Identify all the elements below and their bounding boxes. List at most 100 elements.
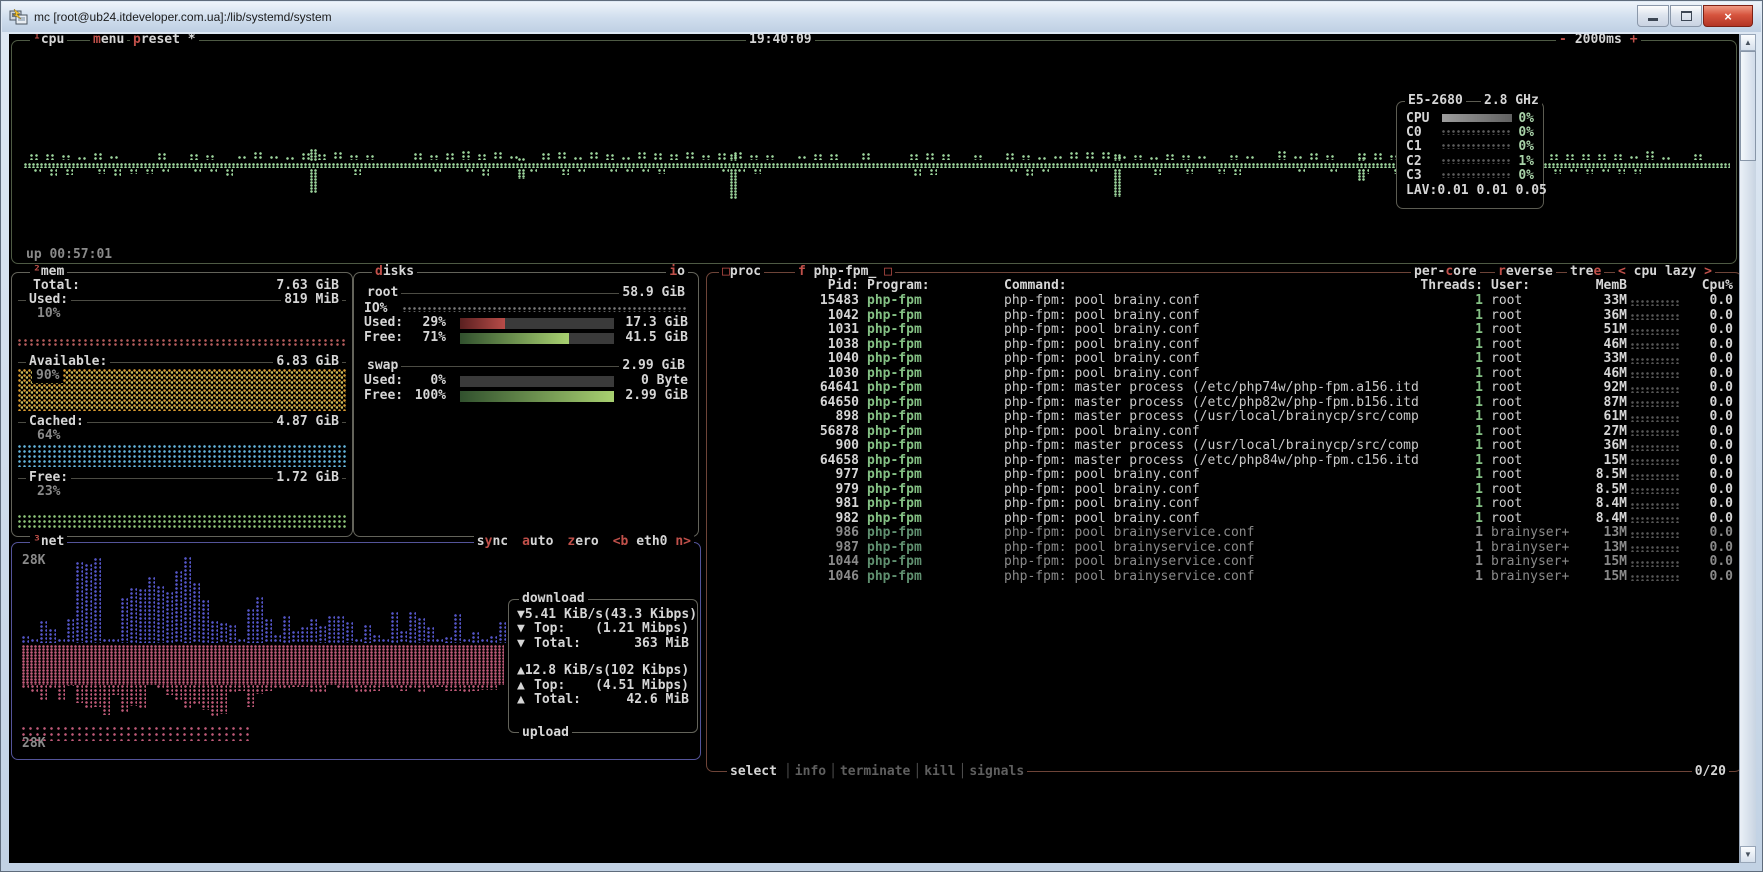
disk-used-bar [460,376,614,387]
net-interface-switcher[interactable]: <b eth0 n> [613,535,691,549]
proc-box: □proc f php-fpm_ □ per-core reverse tree… [706,272,1739,772]
process-row[interactable]: 981php-fpmphp-fpm: pool brainy.conf1root… [707,497,1739,512]
process-row[interactable]: 1042php-fpmphp-fpm: pool brainy.conf1roo… [707,309,1739,324]
io-toggle[interactable]: io [666,265,688,279]
process-row[interactable]: 1040php-fpmphp-fpm: pool brainy.conf1roo… [707,352,1739,367]
cpu-core-row: C00% [1397,125,1543,139]
preset-button[interactable]: preset * [130,34,199,47]
process-row[interactable]: 982php-fpmphp-fpm: pool brainy.conf1root… [707,512,1739,527]
mem-total-label: Total: [30,279,83,293]
process-row[interactable]: 1030php-fpmphp-fpm: pool brainy.conf1roo… [707,367,1739,382]
core-activity-graph [1442,144,1512,149]
col-user[interactable]: User: [1491,279,1587,294]
mem-cached-label: Cached: [26,415,87,429]
interval-increase-button[interactable]: + [1630,34,1638,47]
col-cpu[interactable]: Cpu% [1681,279,1733,294]
signals-action[interactable]: signals [969,765,1024,779]
mem-history-minigraph [1631,517,1681,523]
col-pid[interactable]: Pid: [715,279,859,294]
terminal: ¹cpu menu preset * 19:40:09 - 2000ms + u… [9,34,1739,863]
mem-history-minigraph [1631,372,1681,378]
close-icon: × [1724,9,1732,24]
minimize-button[interactable] [1637,5,1669,27]
scrollbar-thumb[interactable] [1740,51,1756,161]
mem-history-minigraph [1631,430,1681,436]
window-title: mc [root@ub24.itdeveloper.com.ua]:/lib/s… [34,10,332,24]
mem-cached-row: Cached: 4.87 GiB [18,415,346,429]
process-row[interactable]: 898php-fpmphp-fpm: master process (/usr/… [707,410,1739,425]
scroll-down-button[interactable]: ▼ [1740,846,1756,863]
tab-cpu[interactable]: ¹cpu [30,34,67,47]
title-bar[interactable]: mc [root@ub24.itdeveloper.com.ua]:/lib/s… [2,2,1761,32]
net-sync-button[interactable]: sync [477,535,508,549]
process-row[interactable]: 1044php-fpmphp-fpm: pool brainyservice.c… [707,555,1739,570]
interval-decrease-button[interactable]: - [1559,34,1567,47]
clock: 19:40:09 [746,34,815,47]
process-row[interactable]: 1031php-fpmphp-fpm: pool brainy.conf1roo… [707,323,1739,338]
selected-counter: 0/20 [1692,765,1729,779]
disks-box: disks io root 58.9 GiB IO% Used: 29% 17.… [353,272,699,537]
disk-name: swap [364,359,401,373]
mem-history-minigraph [1631,445,1681,451]
download-rows: ▼5.41 KiB/s(43.3 Kibps)▼Top:(1.21 Mibps)… [509,600,697,651]
mem-available-row: Available: 6.83 GiB [18,355,346,369]
maximize-button[interactable] [1670,5,1702,27]
process-filter-input[interactable]: f php-fpm_ □ [795,265,895,279]
reverse-toggle[interactable]: reverse [1495,265,1556,279]
net-zero-button[interactable]: zero [567,535,598,549]
minimize-icon [1648,18,1658,21]
process-row[interactable]: 986php-fpmphp-fpm: pool brainyservice.co… [707,526,1739,541]
upload-arrow-icon: ▲ [517,679,534,693]
core-activity-graph [1442,173,1512,178]
tree-toggle[interactable]: tree [1567,265,1604,279]
process-row[interactable]: 64658php-fpmphp-fpm: master process (/et… [707,454,1739,469]
process-row[interactable]: 15483php-fpmphp-fpm: pool brainy.conf1ro… [707,294,1739,309]
disks-title: disks [372,265,417,279]
process-row[interactable]: 1038php-fpmphp-fpm: pool brainy.conf1roo… [707,338,1739,353]
disk-root-io-row: IO% [364,302,688,316]
process-row[interactable]: 900php-fpmphp-fpm: master process (/usr/… [707,439,1739,454]
cpu-core-rows: CPU0%C00%C10%C21%C30% [1397,102,1543,183]
mem-free-meter [18,515,346,530]
net-auto-button[interactable]: auto [522,535,553,549]
upload-arrow-icon: ▲ [517,664,525,678]
process-row[interactable]: 987php-fpmphp-fpm: pool brainyservice.co… [707,541,1739,556]
col-threads[interactable]: Threads: [1419,279,1483,294]
mem-used-meter [18,339,346,346]
cpu-freq-label: 2.8 GHz [1481,94,1542,108]
mem-history-minigraph [1631,459,1681,465]
sort-column-selector[interactable]: < cpu lazy > [1615,265,1715,279]
tab-proc[interactable]: □proc [719,265,764,279]
col-command[interactable]: Command: [1004,279,1419,294]
process-row[interactable]: 1046php-fpmphp-fpm: pool brainyservice.c… [707,570,1739,585]
disk-root-free-row: Free: 71% 41.5 GiB [364,331,688,345]
kill-action[interactable]: kill [924,765,955,779]
tab-mem[interactable]: ²mem [30,265,67,279]
load-average-value: 0.01 0.01 0.05 [1437,183,1547,197]
mem-history-minigraph [1631,488,1681,494]
col-memb[interactable]: MemB [1587,279,1627,294]
process-row[interactable]: 977php-fpmphp-fpm: pool brainy.conf1root… [707,468,1739,483]
disk-swap-row: swap 2.99 GiB [364,359,688,373]
tab-net[interactable]: ³net [30,535,67,549]
process-row[interactable]: 64641php-fpmphp-fpm: master process (/et… [707,381,1739,396]
scroll-up-button[interactable]: ▲ [1740,34,1756,51]
mem-history-minigraph [1631,474,1681,480]
per-core-toggle[interactable]: per-core [1411,265,1480,279]
load-average-row: LAV: 0.01 0.01 0.05 [1397,183,1543,197]
net-box: 28K 28K ³net sync auto zero <b eth0 n> d… [11,542,701,760]
process-row[interactable]: 979php-fpmphp-fpm: pool brainy.conf1root… [707,483,1739,498]
terminate-action[interactable]: terminate [840,765,910,779]
select-action[interactable]: select [730,765,777,779]
info-action[interactable]: info [795,765,826,779]
mem-available-pct: 90% [32,369,63,383]
process-row[interactable]: 64650php-fpmphp-fpm: master process (/et… [707,396,1739,411]
mem-free-pct: 23% [18,485,346,499]
close-button[interactable]: × [1703,5,1753,27]
col-program[interactable]: Program: [867,279,996,294]
menu-button[interactable]: menu [90,34,127,47]
disk-free-bar [460,391,614,402]
terminal-scrollbar[interactable]: ▲ ▼ [1739,34,1756,863]
process-row[interactable]: 56878php-fpmphp-fpm: pool brainy.conf1ro… [707,425,1739,440]
cpu-core-row: C30% [1397,169,1543,183]
